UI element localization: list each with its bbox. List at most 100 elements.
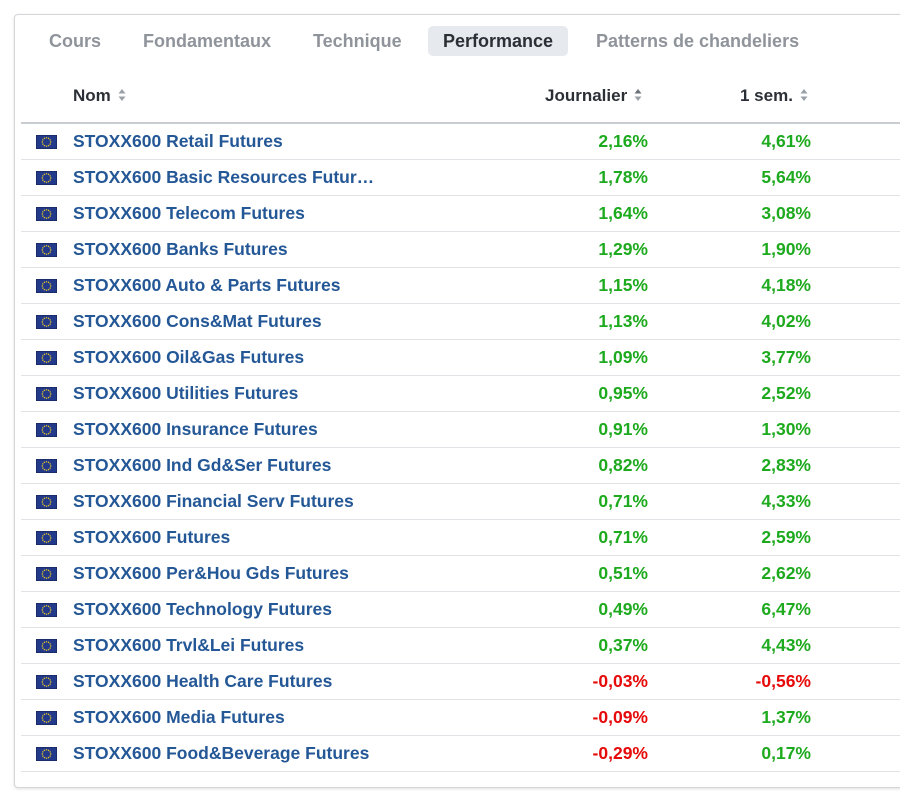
week-change: 6,47% — [761, 599, 811, 619]
column-header-week[interactable]: 1 sem. — [740, 81, 808, 111]
instrument-name-link[interactable]: STOXX600 Telecom Futures — [73, 196, 391, 230]
week-change: 1,90% — [761, 239, 811, 259]
week-change: 1,30% — [761, 419, 811, 439]
eu-flag-icon — [36, 315, 57, 329]
tab-performance[interactable]: Performance — [428, 26, 569, 56]
column-header-daily-label: Journalier — [545, 86, 628, 105]
table-row[interactable]: STOXX600 Per&Hou Gds Futures 0,51% 2,62% — [21, 556, 900, 592]
week-change: 2,52% — [761, 383, 811, 403]
sort-icon — [800, 88, 808, 102]
table-row[interactable]: STOXX600 Trvl&Lei Futures 0,37% 4,43% — [21, 628, 900, 664]
week-change: 1,37% — [761, 707, 811, 727]
instrument-name-link[interactable]: STOXX600 Food&Beverage Futures — [73, 736, 391, 770]
instrument-name-link[interactable]: STOXX600 Ind Gd&Ser Futures — [73, 448, 391, 482]
table-row[interactable]: STOXX600 Cons&Mat Futures 1,13% 4,02% — [21, 304, 900, 340]
instrument-name-link[interactable]: STOXX600 Per&Hou Gds Futures — [73, 556, 391, 590]
table-row[interactable]: STOXX600 Utilities Futures 0,95% 2,52% — [21, 376, 900, 412]
table-row[interactable]: STOXX600 Basic Resources Futur… 1,78% 5,64… — [21, 160, 900, 196]
instrument-name-link[interactable]: STOXX600 Trvl&Lei Futures — [73, 628, 391, 662]
tab-bar: Cours Fondamentaux Technique Performance… — [15, 26, 900, 56]
table-row[interactable]: STOXX600 Media Futures -0,09% 1,37% — [21, 700, 900, 736]
column-header-week-label: 1 sem. — [740, 86, 793, 105]
instrument-name-link[interactable]: STOXX600 Technology Futures — [73, 592, 391, 626]
eu-flag-icon — [36, 747, 57, 761]
table-row[interactable]: STOXX600 Health Care Futures -0,03% -0,56% — [21, 664, 900, 700]
tab-cours[interactable]: Cours — [34, 26, 116, 56]
week-change: 2,62% — [761, 563, 811, 583]
week-change: 3,08% — [761, 203, 811, 223]
instrument-name-link[interactable]: STOXX600 Health Care Futures — [73, 664, 391, 698]
table-row[interactable]: STOXX600 Financial Serv Futures 0,71% 4,33… — [21, 484, 900, 520]
daily-change: -0,09% — [592, 707, 648, 727]
performance-panel: Cours Fondamentaux Technique Performance… — [14, 14, 900, 788]
table-row[interactable]: STOXX600 Telecom Futures 1,64% 3,08% — [21, 196, 900, 232]
tab-patterns-de-chandeliers[interactable]: Patterns de chandeliers — [581, 26, 814, 56]
table-row[interactable]: STOXX600 Auto & Parts Futures 1,15% 4,18% — [21, 268, 900, 304]
daily-change: 0,71% — [598, 527, 648, 547]
eu-flag-icon — [36, 279, 57, 293]
table-row[interactable]: STOXX600 Food&Beverage Futures -0,29% 0,17… — [21, 736, 900, 772]
instrument-name-link[interactable]: STOXX600 Futures — [73, 520, 391, 554]
table-row[interactable]: STOXX600 Retail Futures 2,16% 4,61% — [21, 124, 900, 160]
daily-change: 1,29% — [598, 239, 648, 259]
daily-change: 1,13% — [598, 311, 648, 331]
table-header: Nom Journalier 1 sem. — [15, 81, 900, 121]
week-change: 2,59% — [761, 527, 811, 547]
eu-flag-icon — [36, 639, 57, 653]
column-header-name-label: Nom — [73, 86, 111, 105]
sort-icon — [634, 88, 642, 102]
daily-change: 1,64% — [598, 203, 648, 223]
eu-flag-icon — [36, 387, 57, 401]
eu-flag-icon — [36, 243, 57, 257]
instrument-name-link[interactable]: STOXX600 Basic Resources Futur… — [73, 160, 391, 194]
table-row[interactable]: STOXX600 Banks Futures 1,29% 1,90% — [21, 232, 900, 268]
instrument-name-link[interactable]: STOXX600 Banks Futures — [73, 232, 391, 266]
instrument-name-link[interactable]: STOXX600 Utilities Futures — [73, 376, 391, 410]
week-change: 4,02% — [761, 311, 811, 331]
week-change: 5,64% — [761, 167, 811, 187]
eu-flag-icon — [36, 351, 57, 365]
week-change: 2,83% — [761, 455, 811, 475]
eu-flag-icon — [36, 531, 57, 545]
eu-flag-icon — [36, 603, 57, 617]
daily-change: 0,95% — [598, 383, 648, 403]
instrument-name-link[interactable]: STOXX600 Auto & Parts Futures — [73, 268, 391, 302]
eu-flag-icon — [36, 495, 57, 509]
daily-change: 1,15% — [598, 275, 648, 295]
performance-table-body: STOXX600 Retail Futures 2,16% 4,61% STOXX60… — [21, 124, 900, 772]
week-change: 4,61% — [761, 131, 811, 151]
tab-technique[interactable]: Technique — [298, 26, 417, 56]
eu-flag-icon — [36, 711, 57, 725]
sort-icon — [118, 88, 126, 102]
eu-flag-icon — [36, 675, 57, 689]
instrument-name-link[interactable]: STOXX600 Insurance Futures — [73, 412, 391, 446]
daily-change: 0,82% — [598, 455, 648, 475]
daily-change: 2,16% — [598, 131, 648, 151]
instrument-name-link[interactable]: STOXX600 Oil&Gas Futures — [73, 340, 391, 374]
column-header-daily[interactable]: Journalier — [545, 81, 642, 111]
instrument-name-link[interactable]: STOXX600 Financial Serv Futures — [73, 484, 391, 518]
table-row[interactable]: STOXX600 Ind Gd&Ser Futures 0,82% 2,83% — [21, 448, 900, 484]
table-row[interactable]: STOXX600 Oil&Gas Futures 1,09% 3,77% — [21, 340, 900, 376]
week-change: 0,17% — [761, 743, 811, 763]
eu-flag-icon — [36, 567, 57, 581]
tab-fondamentaux[interactable]: Fondamentaux — [128, 26, 286, 56]
week-change: 3,77% — [761, 347, 811, 367]
eu-flag-icon — [36, 459, 57, 473]
daily-change: 0,37% — [598, 635, 648, 655]
eu-flag-icon — [36, 171, 57, 185]
eu-flag-icon — [36, 207, 57, 221]
table-row[interactable]: STOXX600 Futures 0,71% 2,59% — [21, 520, 900, 556]
instrument-name-link[interactable]: STOXX600 Cons&Mat Futures — [73, 304, 391, 338]
column-header-name[interactable]: Nom — [73, 81, 126, 111]
instrument-name-link[interactable]: STOXX600 Retail Futures — [73, 124, 391, 158]
eu-flag-icon — [36, 135, 57, 149]
daily-change: 0,51% — [598, 563, 648, 583]
eu-flag-icon — [36, 423, 57, 437]
table-row[interactable]: STOXX600 Insurance Futures 0,91% 1,30% — [21, 412, 900, 448]
daily-change: -0,29% — [592, 743, 648, 763]
table-row[interactable]: STOXX600 Technology Futures 0,49% 6,47% — [21, 592, 900, 628]
instrument-name-link[interactable]: STOXX600 Media Futures — [73, 700, 391, 734]
daily-change: -0,03% — [592, 671, 648, 691]
daily-change: 0,49% — [598, 599, 648, 619]
